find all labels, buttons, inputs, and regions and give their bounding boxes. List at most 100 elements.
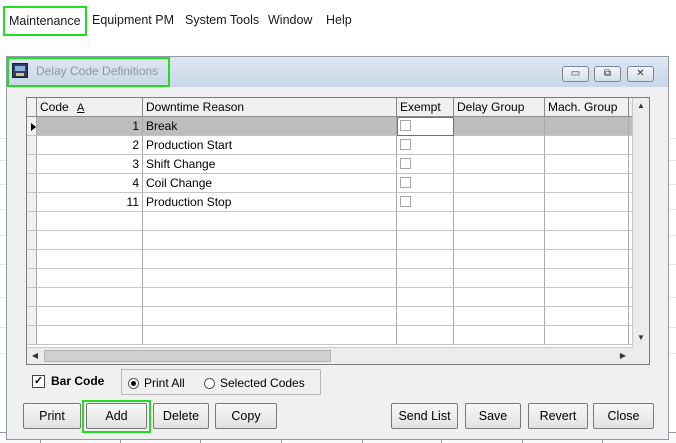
horizontal-scroll-thumb[interactable] bbox=[44, 350, 331, 362]
downtime-reason-cell[interactable] bbox=[143, 212, 397, 231]
copy-button[interactable]: Copy bbox=[215, 403, 277, 429]
exempt-cell[interactable] bbox=[397, 326, 454, 345]
exempt-cell[interactable] bbox=[397, 307, 454, 326]
delay-group-cell[interactable] bbox=[454, 250, 545, 269]
row-indicator-cell[interactable] bbox=[27, 212, 37, 231]
code-cell[interactable] bbox=[37, 288, 143, 307]
mach-group-cell[interactable] bbox=[545, 136, 629, 155]
code-cell[interactable]: 3 bbox=[37, 155, 143, 174]
delay-group-cell[interactable] bbox=[454, 174, 545, 193]
code-cell[interactable]: 11 bbox=[37, 193, 143, 212]
horizontal-scrollbar[interactable]: ◀ ▶ bbox=[27, 347, 632, 364]
table-row[interactable]: 11Production StopN bbox=[27, 193, 639, 212]
add-button[interactable]: Add bbox=[86, 403, 147, 429]
print-button[interactable]: Print bbox=[23, 403, 81, 429]
row-indicator-cell[interactable] bbox=[27, 326, 37, 345]
exempt-cell[interactable] bbox=[397, 269, 454, 288]
downtime-reason-cell[interactable] bbox=[143, 326, 397, 345]
code-cell[interactable]: 4 bbox=[37, 174, 143, 193]
code-cell[interactable] bbox=[37, 307, 143, 326]
vertical-scrollbar[interactable]: ▲ ▼ bbox=[632, 98, 649, 347]
table-row[interactable] bbox=[27, 231, 639, 250]
scroll-left-icon[interactable]: ◀ bbox=[27, 348, 43, 364]
downtime-reason-cell[interactable]: Coil Change bbox=[143, 174, 397, 193]
row-indicator-cell[interactable] bbox=[27, 155, 37, 174]
downtime-reason-cell[interactable] bbox=[143, 288, 397, 307]
exempt-cell[interactable] bbox=[397, 193, 454, 212]
delay-group-cell[interactable] bbox=[454, 269, 545, 288]
delay-group-cell[interactable] bbox=[454, 136, 545, 155]
downtime-reason-cell[interactable]: Production Stop bbox=[143, 193, 397, 212]
mach-group-cell[interactable] bbox=[545, 155, 629, 174]
mach-group-cell[interactable] bbox=[545, 269, 629, 288]
menu-help[interactable]: Help bbox=[322, 6, 356, 36]
row-indicator-cell[interactable] bbox=[27, 307, 37, 326]
close-button[interactable]: Close bbox=[593, 403, 654, 429]
table-row[interactable] bbox=[27, 288, 639, 307]
exempt-checkbox[interactable] bbox=[400, 120, 411, 131]
row-indicator-cell[interactable] bbox=[27, 136, 37, 155]
bar-code-option[interactable]: ✓ Bar Code bbox=[32, 372, 104, 390]
column-header-delay-group[interactable]: Delay Group bbox=[454, 98, 545, 117]
mach-group-cell[interactable] bbox=[545, 193, 629, 212]
menu-equipment-pm[interactable]: Equipment PM bbox=[88, 6, 178, 36]
mach-group-cell[interactable] bbox=[545, 288, 629, 307]
downtime-reason-cell[interactable]: Shift Change bbox=[143, 155, 397, 174]
exempt-cell[interactable] bbox=[397, 174, 454, 193]
table-row[interactable]: 3Shift ChangeN bbox=[27, 155, 639, 174]
minimize-button[interactable]: ▭ bbox=[562, 66, 589, 82]
exempt-cell[interactable] bbox=[397, 117, 454, 136]
exempt-cell[interactable] bbox=[397, 288, 454, 307]
menu-maintenance[interactable]: Maintenance bbox=[3, 6, 87, 36]
window-titlebar[interactable]: Delay Code Definitions ▭ ⧉ ✕ bbox=[7, 57, 668, 87]
delay-group-cell[interactable] bbox=[454, 212, 545, 231]
delay-group-cell[interactable] bbox=[454, 193, 545, 212]
downtime-reason-cell[interactable] bbox=[143, 307, 397, 326]
column-header-code[interactable]: Code A bbox=[37, 98, 143, 117]
code-cell[interactable]: 2 bbox=[37, 136, 143, 155]
code-cell[interactable]: 1 bbox=[37, 117, 143, 136]
code-cell[interactable] bbox=[37, 231, 143, 250]
row-indicator-cell[interactable] bbox=[27, 117, 37, 136]
table-row[interactable]: 1BreakN bbox=[27, 117, 639, 136]
mach-group-cell[interactable] bbox=[545, 212, 629, 231]
scroll-down-icon[interactable]: ▼ bbox=[633, 330, 649, 346]
exempt-cell[interactable] bbox=[397, 212, 454, 231]
menu-system-tools[interactable]: System Tools bbox=[181, 6, 263, 36]
mach-group-cell[interactable] bbox=[545, 326, 629, 345]
downtime-reason-cell[interactable] bbox=[143, 231, 397, 250]
code-cell[interactable] bbox=[37, 326, 143, 345]
selected-codes-radio[interactable]: Selected Codes bbox=[204, 376, 305, 390]
delay-group-cell[interactable] bbox=[454, 155, 545, 174]
column-header-downtime-reason[interactable]: Downtime Reason bbox=[143, 98, 397, 117]
exempt-cell[interactable] bbox=[397, 231, 454, 250]
menu-window[interactable]: Window bbox=[264, 6, 316, 36]
code-cell[interactable] bbox=[37, 212, 143, 231]
downtime-reason-cell[interactable]: Production Start bbox=[143, 136, 397, 155]
downtime-reason-cell[interactable] bbox=[143, 250, 397, 269]
exempt-checkbox[interactable] bbox=[400, 177, 411, 188]
column-header-exempt[interactable]: Exempt bbox=[397, 98, 454, 117]
row-indicator-cell[interactable] bbox=[27, 269, 37, 288]
mach-group-cell[interactable] bbox=[545, 117, 629, 136]
table-row[interactable] bbox=[27, 250, 639, 269]
code-cell[interactable] bbox=[37, 250, 143, 269]
mach-group-cell[interactable] bbox=[545, 250, 629, 269]
delay-group-cell[interactable] bbox=[454, 231, 545, 250]
downtime-reason-cell[interactable]: Break bbox=[143, 117, 397, 136]
table-row[interactable] bbox=[27, 269, 639, 288]
send-list-button[interactable]: Send List bbox=[391, 403, 458, 429]
exempt-cell[interactable] bbox=[397, 155, 454, 174]
row-indicator-cell[interactable] bbox=[27, 174, 37, 193]
scroll-right-icon[interactable]: ▶ bbox=[615, 348, 631, 364]
bar-code-checkbox[interactable]: ✓ bbox=[32, 374, 45, 388]
mach-group-cell[interactable] bbox=[545, 231, 629, 250]
restore-button[interactable]: ⧉ bbox=[594, 66, 621, 82]
code-cell[interactable] bbox=[37, 269, 143, 288]
table-row[interactable] bbox=[27, 326, 639, 345]
exempt-checkbox[interactable] bbox=[400, 158, 411, 169]
table-row[interactable]: 2Production StartN bbox=[27, 136, 639, 155]
revert-button[interactable]: Revert bbox=[528, 403, 588, 429]
scroll-up-icon[interactable]: ▲ bbox=[633, 98, 649, 114]
column-header-mach-group[interactable]: Mach. Group bbox=[545, 98, 629, 117]
